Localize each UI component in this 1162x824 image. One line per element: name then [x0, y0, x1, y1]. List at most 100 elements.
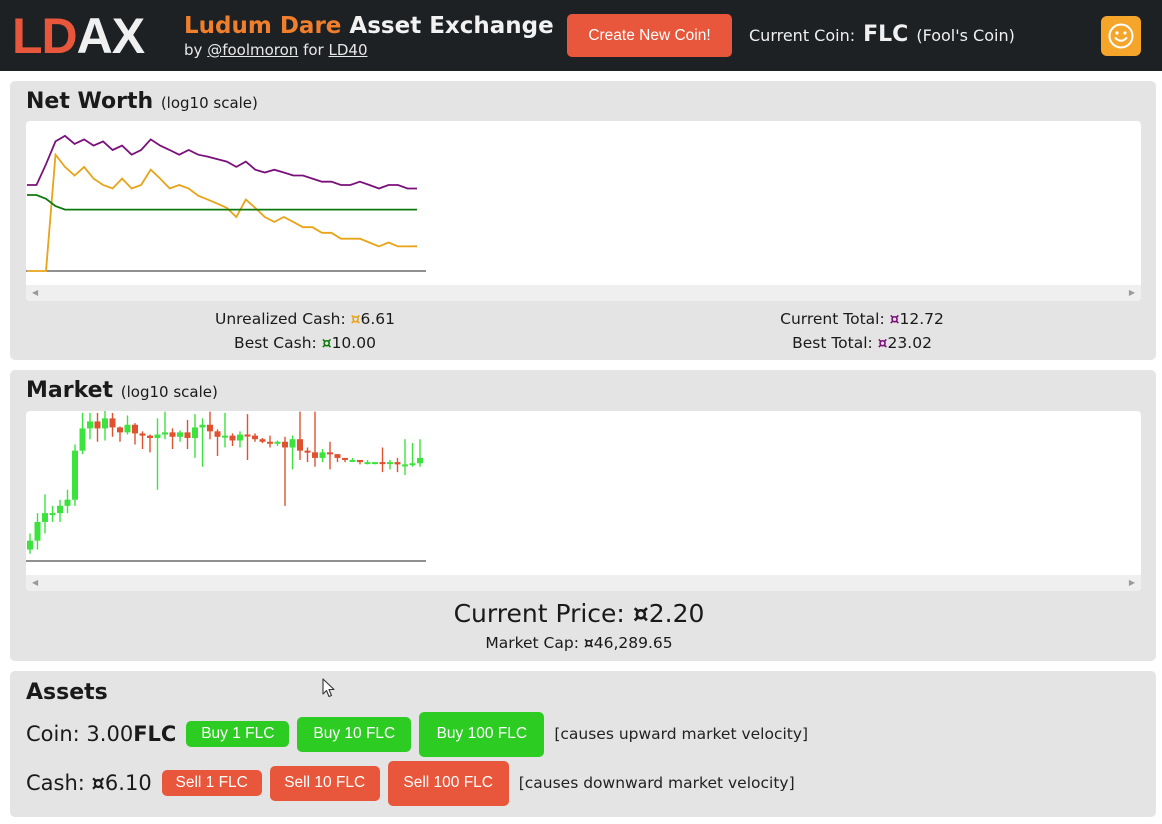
- market-chart-scrollbar[interactable]: ◀ ▶: [26, 575, 1141, 591]
- smiley-face-icon[interactable]: [1101, 16, 1141, 56]
- market-candle-body: [274, 441, 281, 444]
- best-cash-label: Best Cash:: [234, 334, 317, 352]
- title-ludum-dare: Ludum Dare: [184, 13, 342, 39]
- buy-100-button[interactable]: Buy 100 FLC: [419, 711, 545, 757]
- best-total-label: Best Total:: [792, 334, 873, 352]
- market-candle-body: [57, 505, 63, 514]
- coin-symbol: FLC: [133, 722, 177, 746]
- sell-note: [causes downward market velocity]: [518, 774, 795, 792]
- market-candle-body: [169, 432, 176, 437]
- net-worth-panel: Net Worth (log10 scale) ◀ ▶ Unrealized C…: [10, 81, 1156, 360]
- market-candle-body: [312, 452, 318, 458]
- market-candle-body: [42, 513, 48, 522]
- coin-row: Coin: 3.00FLC Buy 1 FLC Buy 10 FLC Buy 1…: [26, 711, 808, 757]
- market-candle-body: [334, 454, 341, 458]
- cash-holding: Cash: ¤6.10: [26, 771, 152, 795]
- currency-icon: ¤: [91, 771, 105, 795]
- market-candle-body: [94, 421, 101, 429]
- current-coin-symbol: FLC: [863, 22, 909, 47]
- current-price-value: 2.20: [648, 599, 705, 628]
- market-candle-body: [214, 431, 221, 437]
- market-candle-body: [199, 424, 206, 428]
- scroll-left-arrow-icon[interactable]: ◀: [32, 288, 38, 297]
- market-candle-body: [387, 462, 393, 465]
- sell-100-button[interactable]: Sell 100 FLC: [387, 760, 509, 806]
- market-candle-body: [192, 427, 198, 438]
- scroll-left-arrow-icon[interactable]: ◀: [32, 578, 38, 587]
- market-candle-body: [327, 452, 333, 455]
- market-panel: Market (log10 scale) ◀ ▶ Current Price: …: [10, 370, 1156, 661]
- market-candle-body: [267, 441, 273, 444]
- logo-part-ld: LD: [12, 8, 78, 64]
- net-worth-series-line-2: [27, 194, 417, 211]
- current-total-label: Current Total:: [780, 310, 885, 328]
- market-candle-body: [124, 424, 131, 433]
- market-candle-body: [394, 462, 401, 465]
- current-coin-label: Current Coin:: [749, 26, 856, 45]
- net-worth-title: Net Worth: [26, 89, 154, 114]
- sell-1-button[interactable]: Sell 1 FLC: [161, 770, 262, 796]
- for-text: for: [303, 41, 324, 59]
- mouse-pointer-icon: [322, 678, 335, 698]
- best-cash-stat: Best Cash: ¤10.00: [234, 334, 376, 352]
- market-candle-body: [402, 464, 408, 467]
- market-chart-svg: [26, 411, 426, 562]
- current-coin-name: (Fool's Coin): [916, 26, 1015, 45]
- market-chart[interactable]: ◀ ▶: [26, 411, 1141, 591]
- app-title: Ludum Dare Asset Exchange: [184, 12, 554, 40]
- market-scale-note: (log10 scale): [120, 383, 218, 401]
- market-candle-body: [34, 521, 41, 541]
- ldax-logo[interactable]: LDAX: [12, 8, 145, 64]
- create-new-coin-button[interactable]: Create New Coin!: [567, 14, 732, 57]
- unrealized-cash-value: 6.61: [360, 310, 396, 328]
- current-total-stat: Current Total: ¤12.72: [780, 310, 944, 328]
- market-candle-body: [109, 418, 116, 428]
- market-candle-body: [87, 421, 93, 429]
- coin-label: Coin:: [26, 722, 80, 746]
- logo-part-ax: AX: [76, 8, 145, 64]
- cash-amount: 6.10: [104, 771, 152, 795]
- market-candle-body: [259, 439, 266, 442]
- market-cap-value: 46,289.65: [593, 634, 673, 652]
- market-candle-body: [417, 457, 423, 464]
- event-link[interactable]: LD40: [329, 41, 368, 59]
- currency-icon: ¤: [889, 310, 900, 328]
- market-candle-body: [357, 459, 363, 463]
- scroll-right-arrow-icon[interactable]: ▶: [1129, 578, 1135, 587]
- sell-10-button[interactable]: Sell 10 FLC: [269, 765, 380, 801]
- market-candle-body: [244, 434, 251, 437]
- best-cash-value: 10.00: [331, 334, 376, 352]
- net-worth-heading: Net Worth (log10 scale): [26, 89, 258, 114]
- currency-icon: ¤: [877, 334, 888, 352]
- market-candle-body: [162, 432, 168, 435]
- current-coin-display: Current Coin: FLC (Fool's Coin): [749, 22, 1015, 47]
- author-link[interactable]: @foolmoron: [207, 41, 298, 59]
- market-candle-body: [289, 439, 296, 448]
- market-candle-body: [154, 434, 161, 438]
- net-worth-chart-scrollbar[interactable]: ◀ ▶: [26, 285, 1141, 301]
- market-candle-body: [372, 462, 378, 465]
- market-candle-body: [132, 424, 138, 434]
- market-candle-body: [229, 435, 236, 441]
- market-candle-body: [319, 452, 326, 458]
- market-candle-body: [207, 424, 213, 432]
- scroll-right-arrow-icon[interactable]: ▶: [1129, 288, 1135, 297]
- net-worth-series-line-0: [27, 134, 417, 190]
- top-bar: LDAX Ludum Dare Asset Exchange by @foolm…: [0, 0, 1162, 71]
- currency-icon: ¤: [583, 634, 594, 652]
- best-total-stat: Best Total: ¤23.02: [792, 334, 932, 352]
- market-candle-body: [342, 457, 348, 460]
- buy-1-button[interactable]: Buy 1 FLC: [186, 721, 290, 747]
- market-candle-body: [139, 433, 146, 436]
- market-candle-body: [27, 540, 33, 550]
- coin-holding: Coin: 3.00FLC: [26, 722, 176, 746]
- market-candle-body: [349, 459, 356, 462]
- buy-10-button[interactable]: Buy 10 FLC: [297, 716, 412, 752]
- currency-icon: ¤: [321, 334, 332, 352]
- coin-amount: 3.00: [86, 722, 134, 746]
- market-candle-body: [72, 450, 78, 500]
- net-worth-chart[interactable]: ◀ ▶: [26, 121, 1141, 301]
- market-heading: Market (log10 scale): [26, 378, 218, 403]
- assets-title: Assets: [26, 680, 108, 705]
- currency-icon: ¤: [632, 599, 649, 628]
